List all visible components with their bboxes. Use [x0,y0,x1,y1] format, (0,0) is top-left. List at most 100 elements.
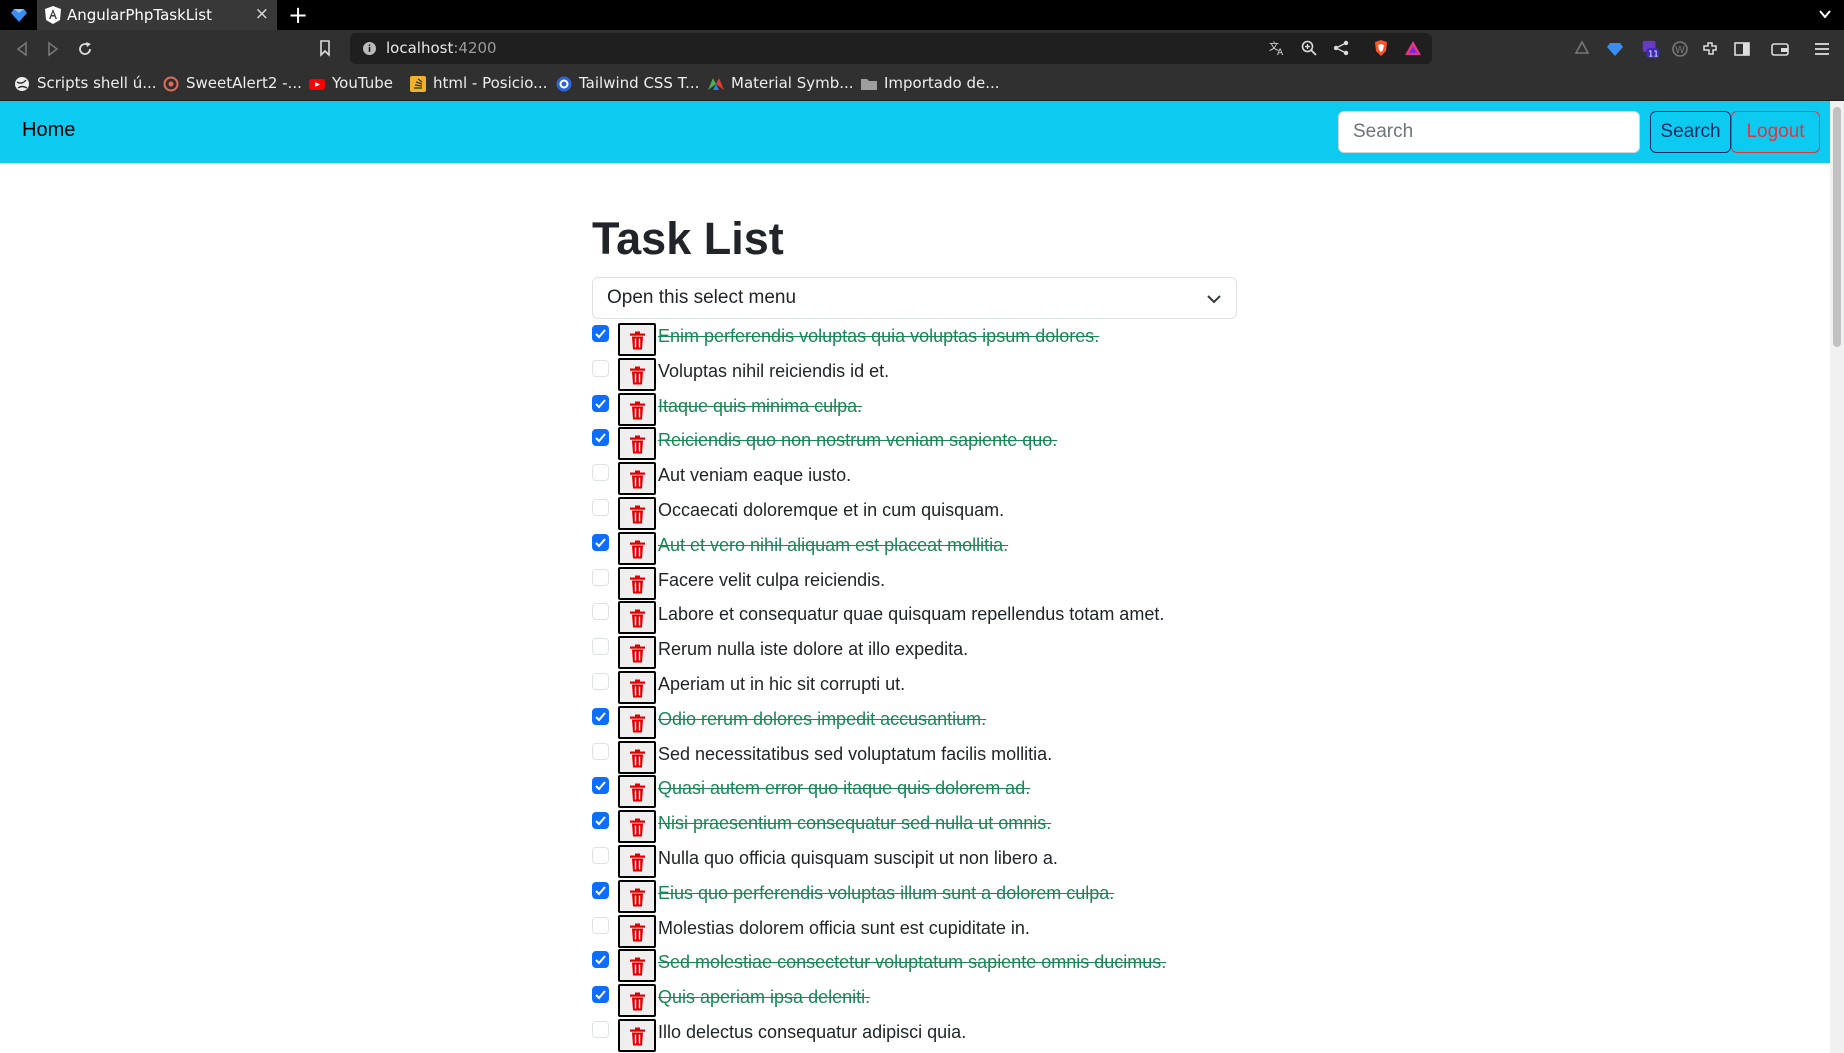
delete-task-button[interactable] [618,949,656,983]
delete-task-button[interactable] [618,427,656,461]
task-checkbox[interactable] [592,325,609,342]
new-tab-button[interactable]: + [288,2,308,28]
task-checkbox[interactable] [592,951,609,969]
delete-task-button[interactable] [618,323,656,356]
stackoverflow-icon [410,76,426,92]
task-text: Enim perferendis voluptas quia voluptas … [658,326,1100,346]
task-checkbox[interactable] [592,603,609,621]
bookmark-label: Tailwind CSS T... [579,74,700,92]
delete-task-button[interactable] [618,810,656,844]
scrollbar-thumb[interactable] [1833,107,1841,347]
extension-badge-icon[interactable]: 11 [1640,39,1660,59]
task-checkbox[interactable] [592,916,609,934]
task-checkbox[interactable] [592,359,609,377]
task-checkbox[interactable] [592,777,609,795]
url-host: localhost [386,39,454,57]
trash-icon [630,783,645,802]
delete-task-button[interactable] [618,636,656,670]
task-checkbox[interactable] [592,1021,609,1038]
home-link[interactable]: Home [22,119,75,142]
check-icon [595,712,606,722]
delete-task-button[interactable] [618,671,656,704]
task-checkbox[interactable] [592,742,609,760]
hamburger-menu-icon[interactable] [1812,39,1832,59]
task-checkbox[interactable] [592,673,609,690]
task-checkbox[interactable] [592,847,609,864]
task-row: Eius quo perferendis voluptas illum sunt… [592,876,1292,913]
task-checkbox[interactable] [592,429,609,447]
delete-task-button[interactable] [618,531,656,565]
filter-select[interactable]: Open this select menu [592,277,1237,319]
delete-task-button[interactable] [618,392,656,426]
puzzle-extensions-icon[interactable] [1700,39,1720,59]
bookmark-icon[interactable] [316,39,334,57]
extension-badge-count: 11 [1648,48,1658,58]
task-row: Quis aperiam ipsa deleniti. [592,980,1292,1018]
material-symbols-icon [708,78,724,90]
logout-button[interactable]: Logout [1731,111,1820,153]
back-icon[interactable] [12,39,32,59]
task-text: Itaque quis minima culpa. [658,395,863,416]
task-checkbox[interactable] [592,707,609,725]
brave-rewards-icon[interactable] [1404,39,1422,57]
zoom-icon[interactable] [1300,39,1318,57]
bookmark-label: Scripts shell ú... [37,74,157,92]
sidebar-icon[interactable] [1732,39,1752,59]
tab-close-button[interactable]: × [255,4,269,24]
task-checkbox[interactable] [592,464,609,482]
delete-task-button[interactable] [618,845,656,878]
task-checkbox[interactable] [592,812,609,830]
task-row: Occaecati doloremque et in cum quisquam. [592,493,1292,530]
translate-icon[interactable]: 文 A [1268,39,1286,57]
task-checkbox[interactable] [592,499,609,516]
task-row: Aut veniam eaque iusto. [592,458,1292,496]
address-bar[interactable]: localhost:4200 文 A [320,33,1432,64]
task-row: Labore et consequatur quae quisquam repe… [592,597,1292,635]
delete-task-button[interactable] [618,357,656,391]
task-row: Molestias dolorem officia sunt est cupid… [592,911,1292,948]
task-checkbox[interactable] [592,881,609,899]
reload-icon[interactable] [75,39,95,59]
brave-shield-icon[interactable] [1372,39,1390,57]
trash-icon [630,679,645,698]
tab-active[interactable]: AngularPhpTaskList × [37,0,277,30]
delete-task-button[interactable] [618,566,656,600]
trash-icon [630,818,645,837]
task-text: Quasi autem error quo itaque quis dolore… [658,778,1031,799]
chevron-down-icon[interactable] [1818,7,1832,21]
check-icon [595,781,606,791]
delete-task-button[interactable] [618,775,656,809]
gem-icon[interactable] [10,6,28,24]
gem-extension-icon[interactable] [1605,39,1625,59]
search-input[interactable] [1338,111,1640,153]
trash-icon [630,331,645,350]
share-icon[interactable] [1332,39,1350,57]
recycle-icon[interactable] [1572,39,1592,59]
delete-task-button[interactable] [618,497,656,530]
site-info-icon[interactable] [362,41,377,56]
wordpress-icon[interactable]: W [1670,39,1690,59]
task-checkbox[interactable] [592,568,609,586]
bookmarks-bar: Scripts shell ú... SweetAlert2 -... YouT… [0,67,1844,101]
globe-icon [15,77,29,91]
delete-task-button[interactable] [618,984,656,1018]
delete-task-button[interactable] [618,462,656,496]
task-checkbox[interactable] [592,394,609,412]
delete-task-button[interactable] [618,705,656,739]
delete-task-button[interactable] [618,914,656,948]
delete-task-button[interactable] [618,879,656,913]
bookmark-label: Material Symb... [731,74,854,92]
forward-icon[interactable] [43,39,63,59]
task-text: Occaecati doloremque et in cum quisquam. [658,500,1005,520]
task-text: Voluptas nihil reiciendis id et. [658,360,890,381]
page-scrollbar[interactable] [1830,101,1844,1053]
search-button[interactable]: Search [1650,111,1731,153]
task-checkbox[interactable] [592,986,609,1004]
wallet-icon[interactable] [1770,39,1790,59]
tab-title: AngularPhpTaskList [67,6,212,24]
task-checkbox[interactable] [592,533,609,551]
delete-task-button[interactable] [618,601,656,635]
delete-task-button[interactable] [618,1019,656,1052]
task-checkbox[interactable] [592,638,609,656]
delete-task-button[interactable] [618,740,656,774]
